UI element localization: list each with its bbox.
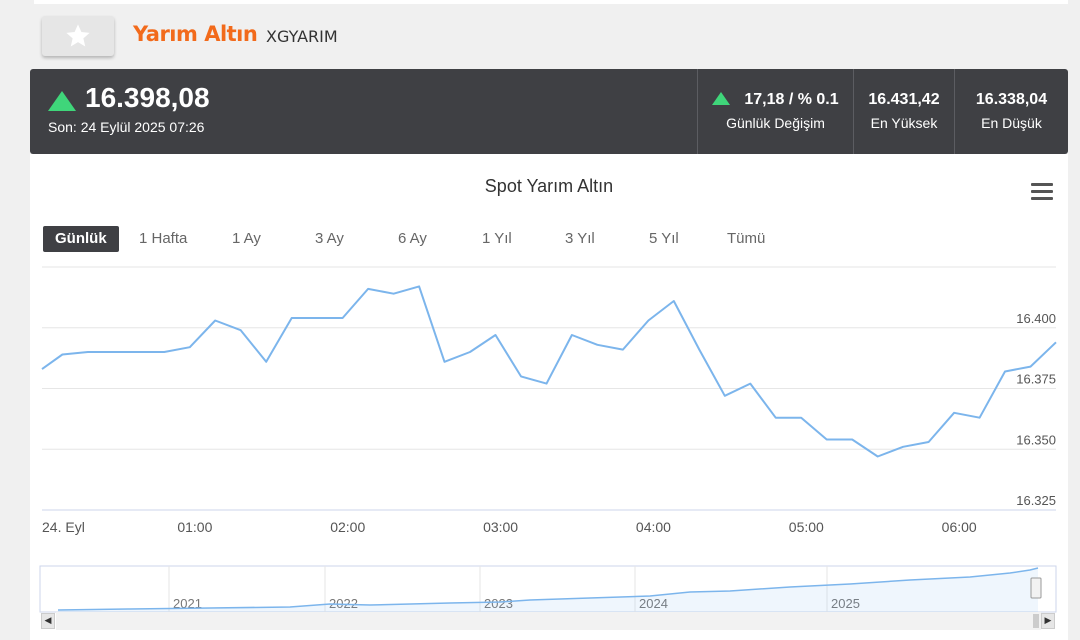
daily-change-cell: 17,18 / % 0.1 Günlük Değişim [697, 69, 853, 154]
x-tick-label: 24. Eyl [42, 519, 85, 535]
y-tick-label: 16.325 [1016, 493, 1056, 508]
x-tick-label: 01:00 [177, 519, 212, 535]
current-price: 16.398,08 [85, 82, 210, 113]
price-chart: 16.325 16.350 16.375 16.400 24. Eyl 01:00 02:0… [39, 266, 1057, 630]
quote-bar: 16.398,08 Son: 24 Eylül 2025 07:26 17,18… [30, 69, 1068, 154]
x-tick-label: 03:00 [483, 519, 518, 535]
y-tick-label: 16.400 [1016, 311, 1056, 326]
x-tick-label: 02:00 [330, 519, 365, 535]
low-label: En Düşük [981, 115, 1042, 131]
instrument-code: XGYARIM [266, 27, 338, 46]
instrument-title: Yarım Altın [133, 22, 258, 46]
up-arrow-icon [712, 92, 731, 105]
y-tick-label: 16.375 [1016, 372, 1056, 387]
low-cell: 16.338,04 En Düşük [954, 69, 1068, 154]
top-strip [34, 0, 1068, 4]
navigator-scroll-right-button[interactable]: ▶ [1041, 613, 1055, 629]
navigator-scroll-left-button[interactable]: ◀ [41, 613, 55, 629]
x-tick-label: 04:00 [636, 519, 671, 535]
high-value: 16.431,42 [868, 91, 940, 108]
navigator-scrollbar-thumb [1033, 614, 1039, 628]
high-label: En Yüksek [870, 115, 938, 131]
last-update: Son: 24 Eylül 2025 07:26 [48, 119, 205, 135]
navigator-scrollbar-track [56, 612, 1041, 630]
y-tick-label: 16.350 [1016, 432, 1056, 447]
daily-change-value: 17,18 / % 0.1 [744, 91, 839, 108]
favorite-button[interactable] [42, 16, 114, 56]
x-tick-label: 05:00 [789, 519, 824, 535]
star-icon [66, 24, 90, 47]
high-cell: 16.431,42 En Yüksek [853, 69, 954, 154]
x-tick-label: 06:00 [942, 519, 977, 535]
navigator-handle [1030, 577, 1042, 599]
up-arrow-icon [48, 91, 76, 111]
price-series-line [41, 285, 1057, 458]
low-value: 16.338,04 [975, 91, 1048, 108]
daily-change-label: Günlük Değişim [726, 115, 825, 131]
chart-panel: Spot Yarım Altın Günlük 1 Hafta 1 Ay 3 A… [30, 154, 1068, 640]
